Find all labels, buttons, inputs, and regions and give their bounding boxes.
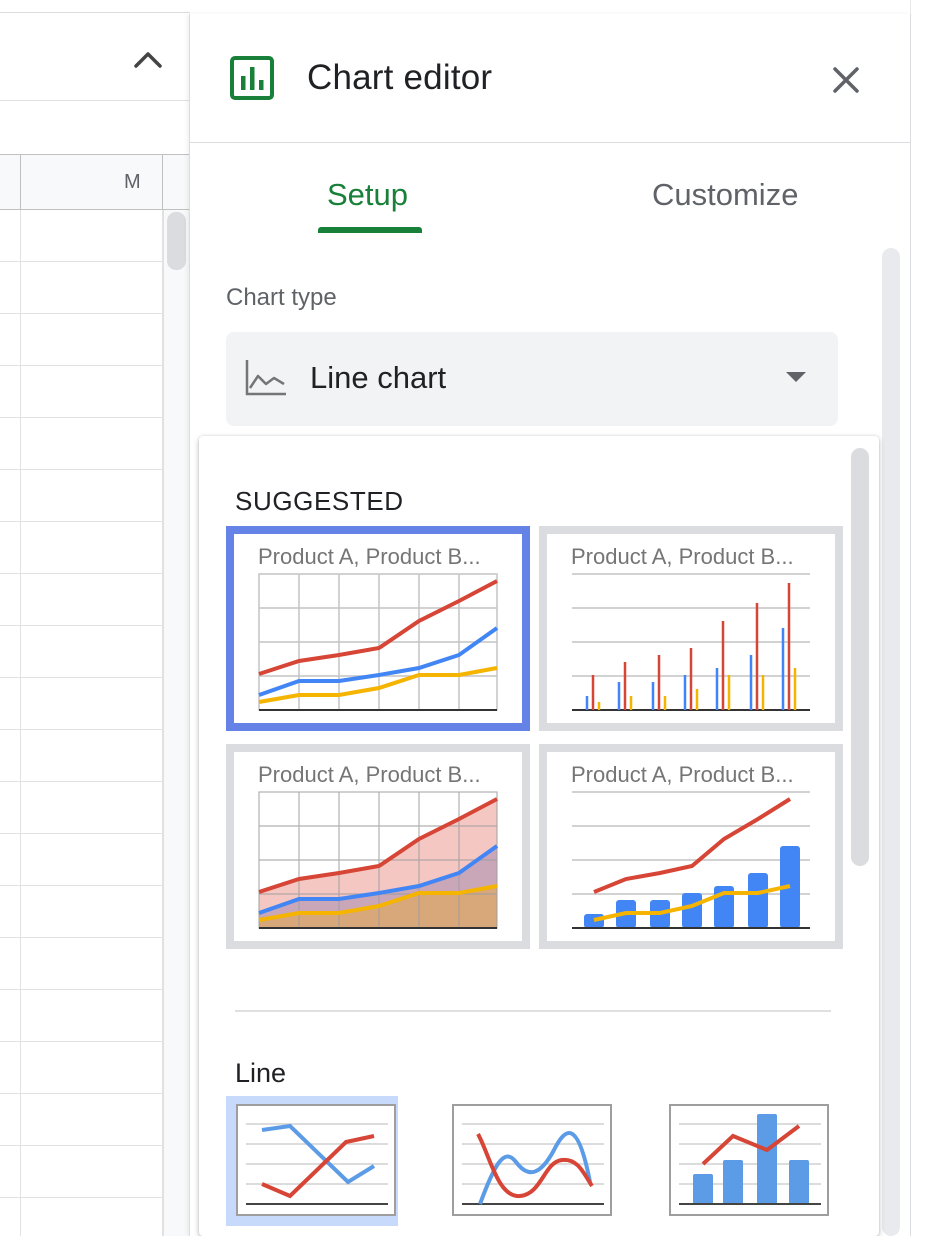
- grid-row-line: [0, 729, 163, 730]
- suggested-combo-chart[interactable]: Product A, Product B...: [539, 744, 843, 949]
- grid-row-line: [0, 313, 163, 314]
- formula-bar-border: [0, 100, 190, 101]
- chart-editor-panel: Chart editor Setup Customize Chart type …: [189, 14, 911, 1236]
- grid-row-line: [0, 1041, 163, 1042]
- column-header-m[interactable]: M: [124, 171, 141, 194]
- sheet-scrollbar[interactable]: [167, 212, 186, 270]
- panel-title: Chart editor: [307, 58, 493, 97]
- chevron-up-icon: [134, 52, 162, 68]
- cell-grid[interactable]: [0, 210, 190, 1236]
- line-chart-thumbnail: [236, 1104, 396, 1216]
- panel-header: Chart editor: [190, 14, 910, 143]
- grid-row-line: [0, 937, 163, 938]
- right-gutter: [910, 0, 930, 1236]
- column-divider: [162, 155, 163, 209]
- combo-chart-option[interactable]: [659, 1096, 831, 1226]
- close-button[interactable]: [826, 60, 866, 100]
- tab-setup[interactable]: Setup: [327, 177, 408, 213]
- column-chart-preview: [572, 573, 810, 711]
- sheet-scrollbar-track: [163, 210, 191, 1236]
- grid-row-line: [0, 521, 163, 522]
- chart-editor-icon: [230, 56, 274, 100]
- line-chart-preview: [258, 573, 499, 711]
- chart-type-dropdown[interactable]: Line chart: [226, 332, 838, 426]
- grid-row-line: [0, 833, 163, 834]
- active-tab-indicator: [318, 227, 422, 233]
- area-chart-preview: [258, 791, 499, 929]
- dropdown-arrow-icon: [786, 372, 806, 382]
- grid-row-line: [0, 1093, 163, 1094]
- suggested-heading: SUGGESTED: [235, 486, 404, 516]
- line-chart-icon: [245, 360, 286, 396]
- grid-row-line: [0, 365, 163, 366]
- smooth-line-chart-option[interactable]: [442, 1096, 614, 1226]
- grid-row-line: [0, 677, 163, 678]
- tab-bar: Setup Customize: [190, 143, 910, 233]
- column-header-row: M: [0, 155, 190, 210]
- grid-row-line: [0, 625, 163, 626]
- menu-divider: [235, 1010, 831, 1012]
- grid-row-line: [0, 781, 163, 782]
- grid-column-line: [20, 210, 21, 1236]
- smooth-line-chart-option-icon: [462, 1123, 604, 1205]
- panel-scrollbar[interactable]: [882, 248, 900, 1236]
- suggested-line-chart[interactable]: Product A, Product B...: [226, 526, 530, 731]
- menu-scrollbar[interactable]: [851, 448, 869, 866]
- tab-customize[interactable]: Customize: [652, 177, 798, 213]
- grid-row-line: [0, 1197, 163, 1198]
- line-chart-option-icon: [246, 1123, 388, 1205]
- grid-row-line: [0, 1145, 163, 1146]
- grid-row-line: [0, 573, 163, 574]
- line-section-heading: Line: [235, 1058, 287, 1088]
- grid-row-line: [0, 469, 163, 470]
- column-divider: [20, 155, 21, 209]
- combo-chart-option-icon: [679, 1114, 821, 1205]
- toolbar-border: [0, 12, 190, 13]
- suggested-area-chart[interactable]: Product A, Product B...: [226, 744, 530, 949]
- close-icon: [833, 67, 859, 93]
- smooth-line-chart-thumbnail: [452, 1104, 612, 1216]
- grid-row-line: [0, 261, 163, 262]
- line-chart-option[interactable]: [226, 1096, 398, 1226]
- spreadsheet-area: M: [0, 0, 191, 1236]
- grid-row-line: [0, 417, 163, 418]
- collapse-menus-button[interactable]: [130, 44, 166, 74]
- combo-chart-preview: [572, 791, 810, 929]
- grid-row-line: [0, 989, 163, 990]
- chart-type-label: Chart type: [226, 284, 337, 311]
- chart-type-value: Line chart: [310, 360, 447, 395]
- grid-row-line: [0, 885, 163, 886]
- chart-type-menu: SUGGESTED Product A, Product B... Produc…: [199, 436, 879, 1236]
- combo-chart-thumbnail: [669, 1104, 829, 1216]
- suggested-column-chart[interactable]: Product A, Product B...: [539, 526, 843, 731]
